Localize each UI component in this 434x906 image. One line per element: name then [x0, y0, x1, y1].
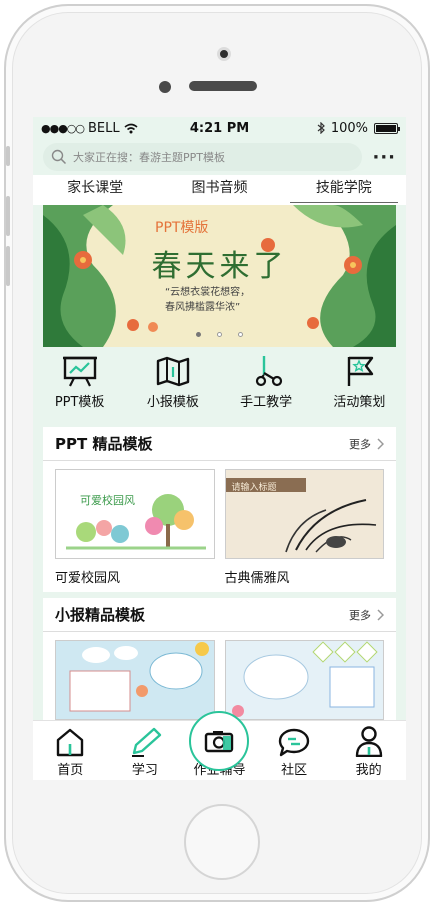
cute-campus-illustration: [66, 494, 206, 550]
home-icon: [57, 728, 84, 757]
front-camera: [217, 47, 231, 61]
pager-dot[interactable]: [217, 332, 222, 337]
category-label: PPT模板: [54, 395, 105, 410]
category-ppt-templates[interactable]: PPT模板: [33, 355, 126, 421]
tab-parent-class[interactable]: 家长课堂: [33, 175, 157, 205]
tabbar-home[interactable]: 首页: [33, 727, 108, 780]
template-thumbnail: 可爱校园风: [55, 469, 215, 559]
tabbar-label: 我的: [355, 763, 382, 778]
template-card[interactable]: 请输入标题 古典儒雅风: [224, 469, 384, 586]
bluetooth-icon: [317, 122, 325, 134]
signal-icon: ●●●○○: [41, 121, 85, 135]
volume-down-button: [6, 246, 10, 286]
bottom-tab-bar: 首页 学习 作业辅导: [33, 711, 406, 780]
tabbar-label: 学习: [131, 763, 158, 778]
template-card[interactable]: [55, 640, 215, 720]
carrier-label: BELL: [88, 120, 120, 136]
category-label: 手工教学: [240, 395, 293, 410]
template-card[interactable]: [224, 640, 384, 720]
earpiece-speaker: [189, 81, 257, 91]
camera-icon: [205, 731, 234, 753]
category-handcraft[interactable]: 手工教学: [220, 355, 313, 421]
category-event-planning[interactable]: 活动策划: [313, 355, 406, 421]
tabbar-label: 社区: [281, 763, 308, 778]
section-header: PPT 精品模板 更多: [43, 427, 396, 461]
template-title: 古典儒雅风: [224, 571, 290, 586]
battery-percent: 100%: [330, 120, 368, 136]
template-card[interactable]: 可爱校园风 可爱校园风: [55, 469, 215, 586]
tab-book-audio[interactable]: 图书音频: [157, 175, 281, 205]
banner-subtitle-line-1: “云想衣裳花想容，: [165, 287, 251, 298]
tab-skills-academy[interactable]: 技能学院: [282, 175, 406, 205]
presentation-board-icon: [62, 356, 97, 387]
template-thumbnail: [224, 640, 384, 720]
newspaper-thumbnail-illustration: [69, 642, 209, 712]
search-input[interactable]: 大家正在搜：春游主题PPT模板: [43, 143, 362, 171]
chevron-right-icon: [377, 608, 384, 621]
newspaper-thumbnail-illustration: [231, 641, 378, 717]
tabbar-profile[interactable]: 我的: [331, 725, 406, 780]
mute-switch: [6, 146, 10, 166]
app-screen: ●●●○○ BELL 4:21 PM 100% 大家正在搜：春游主题PPT模板: [33, 117, 406, 780]
map-icon: [156, 356, 190, 387]
wifi-icon: [124, 123, 138, 133]
template-cards: 可爱校园风 可爱校园风 请输入标题 古典儒雅风: [43, 461, 396, 592]
user-icon: [355, 726, 382, 757]
category-label: 活动策划: [333, 395, 386, 410]
thumbnail-caption: 请输入标题: [231, 483, 277, 493]
banner-title: 春天来了: [151, 249, 288, 284]
scissors-icon: [256, 356, 283, 387]
pager-dot[interactable]: [238, 332, 243, 337]
tabbar-homework-help[interactable]: 作业辅导: [182, 711, 257, 780]
search-placeholder: 大家正在搜：春游主题PPT模板: [73, 151, 225, 164]
home-button[interactable]: [184, 804, 260, 880]
pager-dot[interactable]: [196, 332, 201, 337]
ppt-featured-section: PPT 精品模板 更多 可爱校园风 可爱校园风 请输入标题 古典儒雅风: [43, 427, 396, 592]
banner-tag: PPT模版: [155, 220, 209, 236]
pen-icon: [131, 727, 162, 757]
volume-up-button: [6, 196, 10, 236]
template-thumbnail: [55, 640, 215, 720]
more-options-icon[interactable]: ···: [362, 147, 396, 168]
banner-pager: [43, 332, 396, 337]
chevron-right-icon: [377, 437, 384, 450]
battery-icon: [374, 122, 400, 134]
chat-icon: [278, 728, 310, 757]
more-label: 更多: [349, 437, 371, 451]
tabbar-community[interactable]: 社区: [257, 727, 332, 780]
category-label: 小报模板: [146, 395, 199, 410]
promo-banner[interactable]: PPT模版 春天来了 “云想衣裳花想容， 春风拂槛露华浓”: [43, 205, 396, 347]
template-title: 可爱校园风: [55, 571, 121, 586]
top-tabs: 家长课堂 图书音频 技能学院: [33, 175, 406, 205]
flag-icon: [348, 356, 374, 386]
template-thumbnail: 请输入标题: [224, 469, 384, 559]
category-grid: PPT模板 小报模板 手工教学 活动策划: [33, 347, 406, 421]
more-label: 更多: [349, 608, 371, 622]
section-title: 小报精品模板: [55, 606, 146, 624]
tabbar-study[interactable]: 学习: [108, 727, 183, 780]
clock: 4:21 PM: [189, 120, 250, 136]
search-row: 大家正在搜：春游主题PPT模板 ···: [33, 139, 406, 171]
banner-subtitle-line-2: 春风拂槛露华浓”: [165, 302, 241, 313]
newspaper-featured-section: 小报精品模板 更多: [43, 598, 396, 726]
search-icon: [51, 149, 67, 165]
proximity-sensor: [159, 81, 171, 93]
thumbnail-caption: 可爱校园风: [80, 494, 135, 507]
banner-subtitle: “云想衣裳花想容， 春风拂槛露华浓”: [165, 285, 250, 315]
tabbar-label: 首页: [57, 763, 84, 778]
section-header: 小报精品模板 更多: [43, 598, 396, 632]
status-bar: ●●●○○ BELL 4:21 PM 100%: [33, 117, 406, 139]
section-title: PPT 精品模板: [55, 435, 153, 453]
more-link[interactable]: 更多: [349, 607, 384, 623]
more-link[interactable]: 更多: [349, 436, 384, 452]
category-newspaper-templates[interactable]: 小报模板: [126, 355, 219, 421]
